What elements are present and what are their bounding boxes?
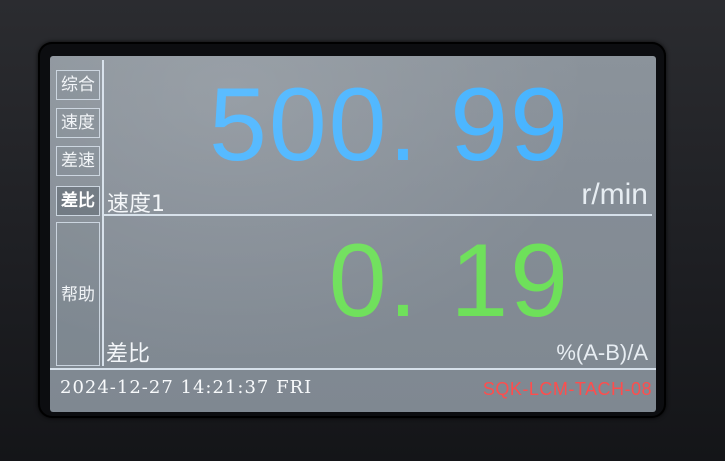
ratio-label: 差比 [106,342,151,367]
model-number: SQK-LCM-TACH-08 [482,379,652,399]
speed-value: 500. 99 [209,67,570,183]
lcd-screen: 综合 速度 差速 差比 帮助 500. 99 速度1 r/min 0. 19 差… [50,56,656,412]
datetime-readout: 2024-12-27 14:21:37 FRI [60,377,313,398]
panel-divider [102,214,652,216]
ratio-value: 0. 19 [328,223,570,339]
tab-overview[interactable]: 综合 [56,70,100,100]
tab-differential-ratio[interactable]: 差比 [56,186,100,216]
tab-help[interactable]: 帮助 [56,222,100,366]
tab-differential-speed[interactable]: 差速 [56,146,100,176]
panel-left-border [102,60,104,366]
tab-speed[interactable]: 速度 [56,108,100,138]
speed-unit: r/min [581,178,648,211]
footer-divider [50,368,656,370]
ratio-unit: %(A-B)/A [556,340,648,365]
speed-label: 速度1 [107,192,165,217]
